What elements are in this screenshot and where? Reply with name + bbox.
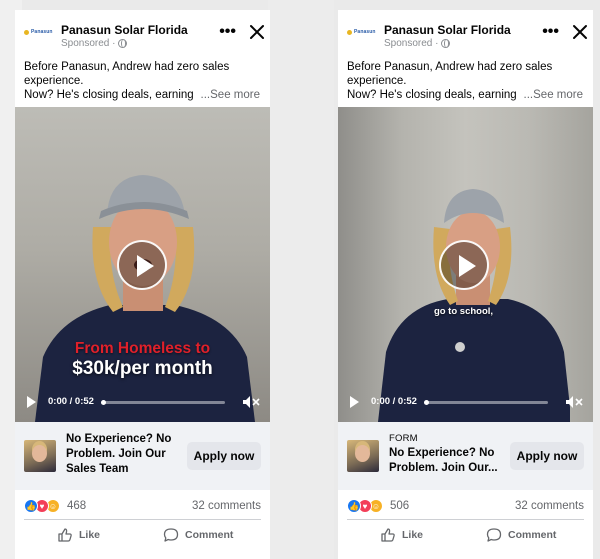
comment-icon [163, 528, 179, 542]
thumbs-up-icon [58, 528, 72, 542]
sponsored-label: Sponsored · [61, 38, 128, 49]
sun-logo-icon [347, 29, 352, 35]
reaction-count: 468 [67, 500, 87, 512]
ad-header: Panasun Panasun Solar Florida Sponsored … [15, 10, 270, 56]
reaction-count: 506 [390, 500, 410, 512]
video-time: 0:00 / 0:52 [48, 396, 94, 407]
advertiser-logo[interactable]: Panasun [24, 24, 54, 40]
muted-speaker-icon[interactable] [565, 395, 583, 409]
thumbs-up-icon [381, 528, 395, 542]
cta-kicker: FORM [389, 433, 418, 444]
cta-title-line: No Experience? No [389, 447, 495, 459]
like-label: Like [79, 529, 101, 541]
progress-thumb[interactable] [424, 400, 429, 405]
comment-label: Comment [185, 529, 234, 541]
reaction-summary[interactable]: 👍 ♥ ☺ 506 [347, 497, 409, 515]
cta-title-line: Sales Team [66, 463, 129, 475]
video-player[interactable]: From Homeless to $30k/per month 0:00 / 0… [15, 107, 270, 422]
logo-text: Panasun [354, 29, 376, 35]
sponsored-text: Sponsored · [384, 38, 439, 49]
caption-line: Before Panasun, Andrew had zero sales [24, 61, 230, 73]
advertiser-logo[interactable]: Panasun [347, 24, 377, 40]
more-options-icon[interactable]: ••• [542, 24, 559, 40]
comment-label: Comment [508, 529, 557, 541]
like-icon: 👍 [347, 499, 361, 513]
comment-icon [486, 528, 502, 542]
video-controls: 0:00 / 0:52 [15, 390, 270, 414]
cta-title-line: Problem. Join Our... [389, 462, 498, 474]
play-button[interactable] [117, 240, 167, 290]
cta-title: No Experience? No Problem. Join Our... [389, 446, 507, 476]
cta-title-line: Problem. Join Our [66, 448, 166, 460]
video-overlay-headline: From Homeless to [74, 340, 211, 357]
reaction-summary[interactable]: 👍 ♥ ☺ 468 [24, 497, 86, 515]
sponsored-label: Sponsored · [384, 38, 451, 49]
advertiser-name[interactable]: Panasun Solar Florida [61, 23, 188, 37]
like-button[interactable]: Like [380, 524, 423, 546]
divider [347, 519, 584, 520]
video-player[interactable]: go to school, 0:00 / 0:52 [338, 107, 593, 422]
cta-thumbnail [347, 440, 379, 472]
video-progress-bar[interactable] [424, 400, 548, 405]
more-options-icon[interactable]: ••• [219, 24, 236, 40]
ad-caption: Before Panasun, Andrew had zero sales ex… [24, 60, 260, 102]
advertiser-name[interactable]: Panasun Solar Florida [384, 23, 511, 37]
comments-count[interactable]: 32 comments [515, 500, 584, 512]
logo-text: Panasun [31, 29, 53, 35]
cta-title-line: No Experience? No [66, 433, 172, 445]
cta-title: No Experience? No Problem. Join Our Sale… [66, 432, 184, 477]
apply-now-button[interactable]: Apply now [510, 442, 584, 470]
cta-bar[interactable]: No Experience? No Problem. Join Our Sale… [15, 422, 270, 490]
see-more-link[interactable]: ...See more [196, 88, 260, 102]
ad-header: Panasun Panasun Solar Florida Sponsored … [338, 10, 593, 56]
caption-line: Before Panasun, Andrew had zero sales [347, 61, 553, 73]
ad-card-2: Panasun Panasun Solar Florida Sponsored … [338, 10, 593, 559]
video-subtitle: go to school, [433, 306, 494, 317]
sponsored-text: Sponsored · [61, 38, 116, 49]
play-button[interactable] [439, 240, 489, 290]
like-label: Like [402, 529, 424, 541]
caption-line: experience. [24, 75, 84, 87]
video-progress-bar[interactable] [101, 400, 225, 405]
like-button[interactable]: Like [57, 524, 100, 546]
close-icon[interactable] [249, 24, 265, 40]
cta-bar[interactable]: FORM No Experience? No Problem. Join Our… [338, 422, 593, 490]
cta-thumbnail [24, 440, 56, 472]
apply-now-button[interactable]: Apply now [187, 442, 261, 470]
page-background-gap [268, 0, 334, 559]
muted-speaker-icon[interactable] [242, 395, 260, 409]
globe-icon [441, 39, 451, 48]
globe-icon [118, 39, 128, 48]
video-time: 0:00 / 0:52 [371, 396, 417, 407]
caption-line: experience. [347, 75, 407, 87]
video-overlay-amount: $30k/per month [72, 358, 213, 379]
ad-card-1: Panasun Panasun Solar Florida Sponsored … [15, 10, 270, 559]
comments-count[interactable]: 32 comments [192, 500, 261, 512]
close-icon[interactable] [572, 24, 588, 40]
see-more-link[interactable]: ...See more [519, 88, 583, 102]
video-controls: 0:00 / 0:52 [338, 390, 593, 414]
ad-caption: Before Panasun, Andrew had zero sales ex… [347, 60, 583, 102]
play-icon[interactable] [350, 396, 359, 408]
divider [24, 519, 261, 520]
comment-button[interactable]: Comment [163, 524, 233, 546]
progress-thumb[interactable] [101, 400, 106, 405]
play-icon[interactable] [27, 396, 36, 408]
like-icon: 👍 [24, 499, 38, 513]
sun-logo-icon [24, 29, 29, 35]
comment-button[interactable]: Comment [486, 524, 556, 546]
